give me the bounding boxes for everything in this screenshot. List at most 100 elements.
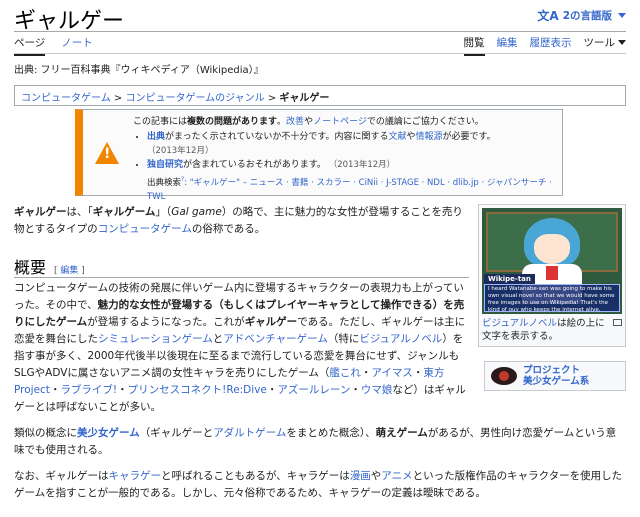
para-text: が登場するようになった。これが — [87, 316, 245, 328]
para-text: ・ — [360, 367, 372, 379]
para-text: 類似の概念に — [14, 427, 77, 439]
anime-link[interactable]: アニメ — [381, 470, 412, 482]
priconne-link[interactable]: プリンセスコネクト!Re:Dive — [128, 384, 267, 396]
para-text: ・ — [350, 384, 361, 396]
visual-novel-link[interactable]: ビジュアルノベル — [359, 333, 442, 345]
section-edit-link[interactable]: 編集 — [60, 266, 78, 276]
simulation-game-link[interactable]: シミュレーションゲーム — [98, 333, 213, 345]
character-tie — [546, 266, 558, 280]
info-source-link[interactable]: 情報源 — [416, 132, 443, 142]
notice-intro: この記事には複数の問題があります。改善やノートページでの議論にご協力ください。 — [133, 115, 563, 129]
tab-history[interactable]: 履歴表示 — [530, 35, 572, 50]
issue-sources: 出典がまったく示されていないか不十分です。内容に関する文献や情報源が必要です。 … — [147, 130, 563, 158]
bishoujo-game-link[interactable]: 美少女ゲーム — [77, 427, 140, 439]
project-label: プロジェクト 美少女ゲーム系 — [523, 365, 589, 387]
language-button[interactable]: 文A 2の言語版 — [537, 7, 626, 24]
issue-text: が必要です。 — [442, 132, 496, 142]
kancolle-link[interactable]: 艦これ — [329, 367, 361, 379]
lead-text: 」（ — [155, 206, 172, 218]
adult-game-link[interactable]: アダルトゲーム — [213, 427, 286, 439]
issue-list: 出典がまったく示されていないか不十分です。内容に関する文献や情報源が必要です。 … — [133, 130, 563, 172]
para-bold: 萌えゲーム — [375, 427, 428, 439]
para-text: と呼ばれることもあるが、キャラゲーは — [161, 470, 350, 482]
manga-link[interactable]: 漫画 — [350, 470, 371, 482]
section-title: 概要 — [14, 258, 47, 277]
issue-date: （2013年12月） — [147, 146, 214, 156]
breadcrumb: コンピュータゲーム > コンピュータゲームのジャンル > ギャルゲー — [14, 85, 626, 106]
character-face — [534, 234, 570, 264]
infobox-image: Wikipe-tan I heard Watanabe-san was goin… — [478, 204, 626, 347]
adventure-game-link[interactable]: アドベンチャーゲーム — [223, 333, 328, 345]
lovelive-link[interactable]: ラブライブ! — [60, 384, 117, 396]
notice-text: この記事には — [133, 117, 188, 127]
notice-text: 。 — [277, 117, 287, 127]
talk-page-link[interactable]: ノートページ — [313, 117, 367, 127]
tabs-divider — [14, 53, 626, 54]
section-edit: [ 編集 ] — [54, 263, 85, 276]
lead-italic: Gal game — [171, 206, 222, 218]
sources-link[interactable]: 出典 — [147, 132, 165, 142]
title-divider — [14, 31, 626, 32]
lead-bold: ギャルゲーム — [92, 206, 156, 218]
breadcrumb-separator: > — [264, 93, 280, 104]
imas-link[interactable]: アイマス — [371, 367, 412, 379]
warning-icon — [95, 142, 119, 164]
project-box[interactable]: プロジェクト 美少女ゲーム系 — [484, 361, 626, 391]
notice-text: や — [304, 117, 314, 127]
project-line2: 美少女ゲーム系 — [523, 376, 590, 387]
character-game-paragraph: なお、ギャルゲーはキャラゲーと呼ばれることもあるが、キャラゲーは漫画やアニメとい… — [14, 468, 626, 502]
project-eye-icon — [491, 367, 517, 385]
para-text: （ギャルゲーと — [139, 427, 214, 439]
computer-game-link[interactable]: コンピュータゲーム — [98, 223, 192, 235]
image-caption: ビジュアルノベルは絵の上に文字を表示する。 — [482, 317, 622, 343]
character-game-link[interactable]: キャラゲー — [109, 470, 162, 482]
para-text: をまとめた概念）、 — [286, 427, 376, 439]
translate-icon: 文A — [537, 9, 559, 23]
umamusume-link[interactable]: ウマ娘 — [361, 384, 393, 396]
lead-paragraph: ギャルゲーは、「ギャルゲーム」（Gal game）の略で、主に魅力的な女性が登場… — [14, 204, 469, 238]
tools-label: ツール — [583, 37, 616, 49]
tools-menu[interactable]: ツール — [583, 35, 626, 50]
breadcrumb-item-genre[interactable]: コンピュータゲームのジャンル — [125, 93, 264, 104]
chevron-down-icon — [618, 13, 626, 18]
lead-bold: ギャルゲー — [14, 206, 67, 218]
issue-text: が含まれているおそれがあります。 — [183, 160, 326, 170]
azurlane-link[interactable]: アズールレーン — [277, 384, 350, 396]
literature-link[interactable]: 文献 — [389, 132, 407, 142]
bracket: ] — [81, 266, 85, 276]
enlarge-icon[interactable] — [613, 319, 622, 326]
improve-link[interactable]: 改善 — [286, 117, 304, 127]
para-text: ・ — [49, 384, 61, 396]
issue-text: や — [406, 132, 416, 142]
language-count: 2の言語版 — [562, 10, 612, 22]
overview-paragraph: コンピュータゲームの技術の発展に伴いゲーム内に登場するキャラクターの表現力も上が… — [14, 280, 469, 416]
issue-text: がまったく示されていないか不十分です。内容に関する — [165, 132, 389, 142]
tab-edit[interactable]: 編集 — [497, 35, 518, 50]
original-research-link[interactable]: 独自研究 — [147, 160, 183, 170]
source-search-label: 出典検索 — [147, 177, 182, 188]
para-bold: ギャルゲー — [244, 316, 298, 328]
para-text: （特に — [327, 333, 360, 345]
section-heading: 概要 [ 編集 ] — [14, 254, 85, 278]
wikipe-tan-image[interactable]: Wikipe-tan I heard Watanabe-san was goin… — [482, 208, 622, 314]
para-text: ・ — [412, 367, 424, 379]
breadcrumb-separator: > — [110, 93, 126, 104]
breadcrumb-current: ギャルゲー — [279, 93, 330, 104]
notice-text: での議論にご協力ください。 — [366, 117, 484, 127]
bracket: [ — [54, 266, 58, 276]
lead-text: は、「 — [66, 206, 93, 218]
notice-bold: 複数の問題があります — [187, 117, 278, 127]
visual-novel-link[interactable]: ビジュアルノベル — [482, 318, 557, 329]
chevron-down-icon — [618, 40, 626, 45]
source-search: 出典検索?: "ギャルゲー" – ニュース · 書籍 · スカラー · CiNi… — [133, 173, 563, 204]
para-text: ・ — [266, 384, 278, 396]
source-line: 出典: フリー百科事典『ウィキペディア（Wikipedia）』 — [14, 65, 264, 76]
section-divider — [14, 277, 469, 278]
source-search-links[interactable]: : "ギャルゲー" – ニュース · 書籍 · スカラー · CiNii · J… — [147, 178, 552, 202]
dialogue-box: I heard Watanabe-san was going to make h… — [484, 284, 620, 312]
lead-text: の俗称である。 — [191, 223, 266, 235]
para-text: と — [212, 333, 224, 345]
breadcrumb-item-computer-game[interactable]: コンピュータゲーム — [21, 93, 111, 104]
issue-original-research: 独自研究が含まれているおそれがあります。 （2013年12月） — [147, 158, 563, 172]
para-text: ・ — [117, 384, 128, 396]
